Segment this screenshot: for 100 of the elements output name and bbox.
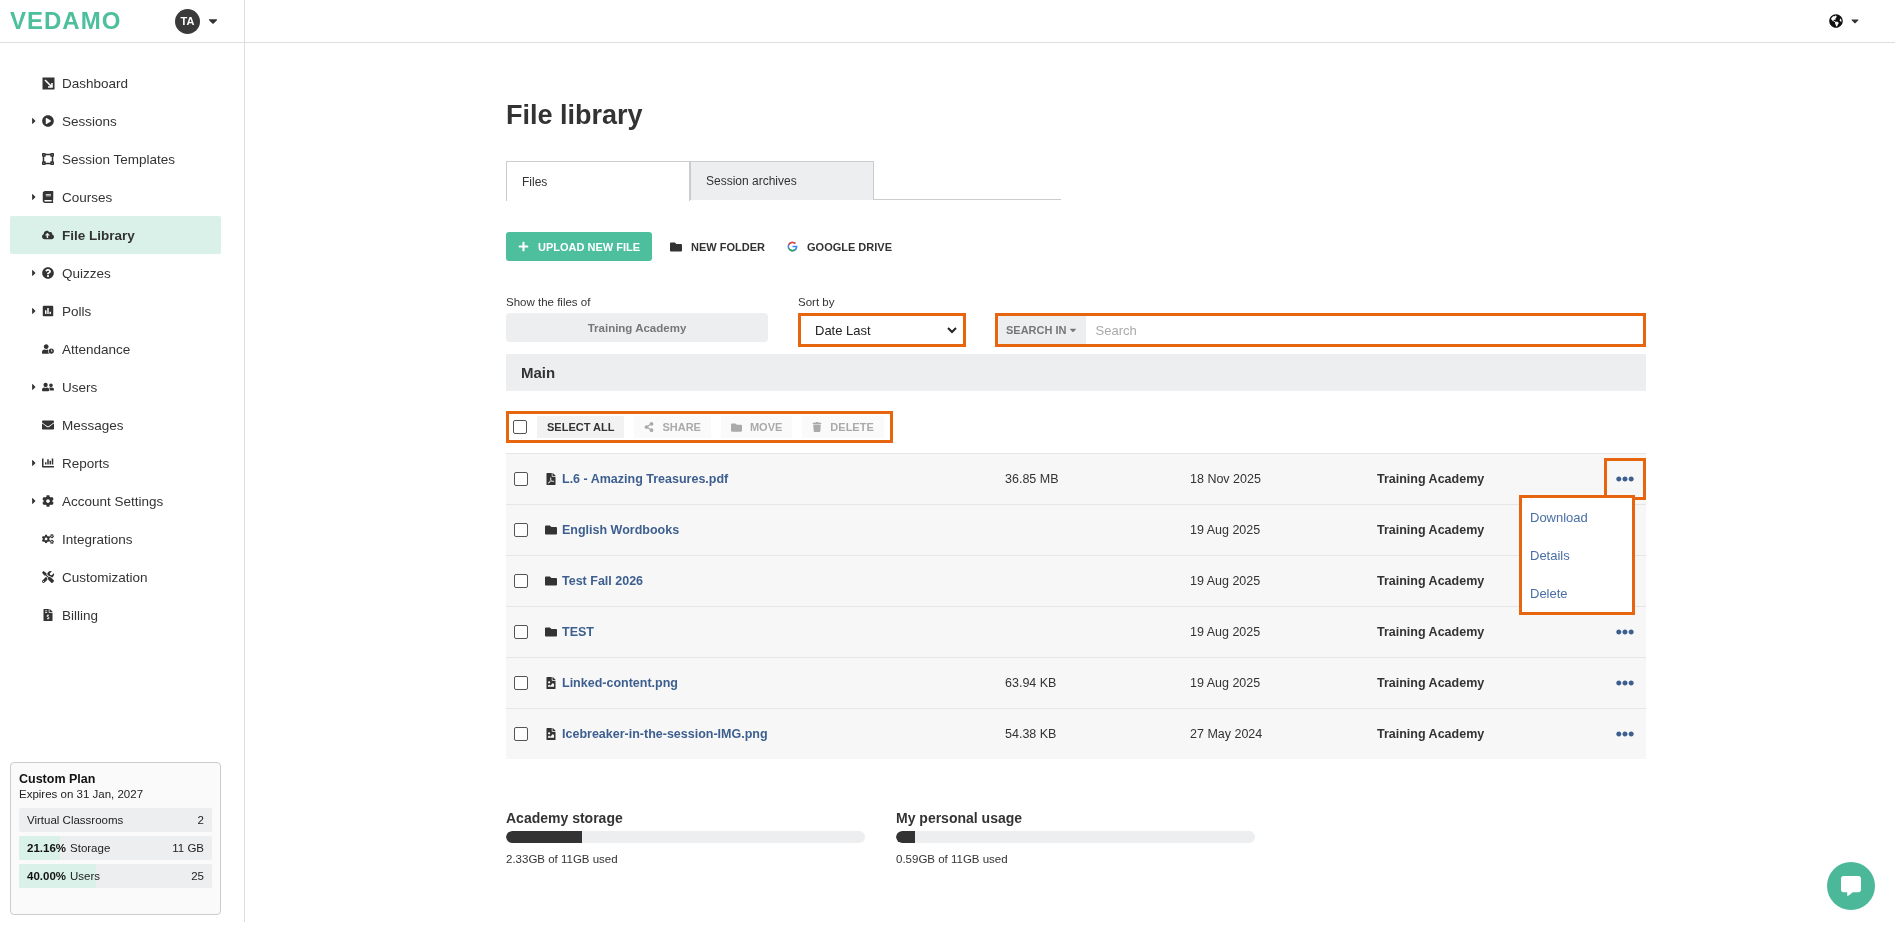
gear-icon: [42, 495, 54, 507]
file-date: 19 Aug 2025: [1190, 625, 1261, 639]
chevron-icon: [947, 326, 957, 334]
google-icon: [787, 241, 798, 252]
sidebar-label: Sessions: [62, 113, 117, 129]
file-name-link[interactable]: English Wordbooks: [545, 523, 680, 537]
envelope-icon: [42, 419, 54, 431]
storage-label: Academy storage: [506, 809, 623, 827]
sidebar-label: Dashboard: [62, 75, 129, 91]
sidebar-item[interactable]: Billing: [10, 596, 221, 634]
folder-icon: [545, 524, 557, 536]
sidebar-item[interactable]: Messages: [10, 406, 221, 444]
file-owner: Training Academy: [1377, 625, 1485, 639]
storage-caption: 0.59GB of 11GB used: [896, 853, 1008, 865]
owner-select[interactable]: Training Academy: [506, 313, 768, 342]
sidebar-item[interactable]: Quizzes: [10, 254, 221, 292]
user-clock-icon: [42, 343, 54, 355]
folder-icon: [730, 421, 742, 433]
sidebar-item[interactable]: Sessions: [10, 102, 221, 140]
dashboard-icon: [42, 76, 55, 90]
cloud-upload-icon: [42, 229, 54, 241]
sidebar-label: Customization: [62, 569, 148, 585]
checkbox[interactable]: [514, 625, 528, 639]
sidebar-item[interactable]: Attendance: [10, 330, 221, 368]
sidebar-label: Billing: [62, 607, 99, 623]
filter-label: Sort by: [798, 295, 835, 309]
file-date: 19 Aug 2025: [1190, 523, 1261, 537]
plan-expiry: Expires on 31 Jan, 2027: [19, 788, 145, 800]
plan-row-value: 2: [197, 814, 204, 826]
user-avatar[interactable]: TA: [175, 8, 200, 34]
plan-row-label: Storage: [70, 842, 111, 854]
sidebar-item[interactable]: Session Templates: [10, 140, 221, 178]
file-owner: Training Academy: [1377, 676, 1485, 690]
file-name-link[interactable]: L.6 - Amazing Treasures.pdf: [545, 472, 729, 486]
plan-row-label: Virtual Classrooms: [27, 814, 124, 826]
plan-row-label: Users: [70, 870, 101, 882]
file-owner: Training Academy: [1377, 523, 1485, 537]
sidebar-label: Attendance: [62, 341, 131, 357]
tools-icon: [42, 571, 54, 583]
chart-icon: [42, 457, 54, 469]
sidebar-item[interactable]: Polls: [10, 292, 221, 330]
users-icon: [42, 381, 54, 393]
chat-icon: [1841, 876, 1861, 896]
checkbox[interactable]: [513, 420, 527, 434]
question-icon: [42, 267, 54, 279]
sidebar-label: Courses: [62, 189, 113, 205]
checkbox[interactable]: [514, 727, 528, 741]
sidebar-label: Users: [62, 379, 98, 395]
sidebar-label: Quizzes: [62, 265, 111, 281]
filter-label: Show the files of: [506, 295, 591, 309]
file-row[interactable]: TEST 19 Aug 2025 Training Academy: [506, 606, 1646, 657]
file-date: 27 May 2024: [1190, 727, 1263, 741]
page-title: File library: [506, 99, 643, 132]
file-name-link[interactable]: Linked-content.png: [545, 676, 678, 690]
bar-chart-icon: [42, 305, 54, 317]
sidebar-item[interactable]: Users: [10, 368, 221, 406]
checkbox[interactable]: [514, 523, 528, 537]
invoice-icon: [42, 609, 54, 621]
file-size: 36.85 MB: [1005, 472, 1059, 486]
file-name-link[interactable]: TEST: [545, 625, 594, 639]
sort-select[interactable]: Date Last: [798, 313, 966, 347]
file-size: 63.94 KB: [1005, 676, 1057, 690]
file-row[interactable]: Icebreaker-in-the-session-IMG.png 54.38 KB 27 May 2024 Training Academy: [506, 708, 1646, 759]
tab[interactable]: Session archives: [690, 161, 874, 200]
sidebar-label: Messages: [62, 417, 124, 433]
new-folder-button[interactable]: NEW FOLDER: [666, 232, 769, 261]
search-field[interactable]: SEARCH IN Search: [995, 313, 1646, 347]
file-row[interactable]: L.6 - Amazing Treasures.pdf 36.85 MB 18 Nov 2025 Training Academy: [506, 453, 1646, 504]
sidebar-item[interactable]: Integrations: [10, 520, 221, 558]
checkbox[interactable]: [514, 574, 528, 588]
toolbar-button[interactable]: SELECT ALL: [537, 416, 625, 438]
file-date: 18 Nov 2025: [1190, 472, 1261, 486]
folder-icon: [670, 240, 683, 253]
sidebar-item[interactable]: Dashboard: [10, 64, 221, 102]
book-icon: [42, 191, 54, 203]
pdf-file-icon: [545, 473, 557, 485]
file-name-link[interactable]: Icebreaker-in-the-session-IMG.png: [545, 727, 768, 741]
gears-icon: [42, 533, 54, 545]
file-name-link[interactable]: Test Fall 2026: [545, 574, 644, 588]
usage-percent: 40.00%: [27, 870, 66, 882]
search-scope-button[interactable]: SEARCH IN: [998, 316, 1086, 344]
storage-caption: 2.33GB of 11GB used: [506, 853, 618, 865]
sidebar-label: Integrations: [62, 531, 133, 547]
sidebar-label: Polls: [62, 303, 92, 319]
checkbox[interactable]: [514, 676, 528, 690]
sidebar-item[interactable]: Account Settings: [10, 482, 221, 520]
file-row[interactable]: Linked-content.png 63.94 KB 19 Aug 2025 Training Academy: [506, 657, 1646, 708]
sidebar-item[interactable]: Reports: [10, 444, 221, 482]
plan-row-value: 25: [191, 870, 204, 882]
folder-icon: [545, 626, 557, 638]
file-date: 19 Aug 2025: [1190, 676, 1261, 690]
tab[interactable]: Files: [506, 161, 690, 201]
google-drive-button[interactable]: GOOGLE DRIVE: [783, 232, 896, 261]
sidebar-item[interactable]: Courses: [10, 178, 221, 216]
globe-icon[interactable]: [1829, 14, 1843, 28]
share-icon: [644, 422, 655, 432]
checkbox[interactable]: [514, 472, 528, 486]
sidebar-item[interactable]: Customization: [10, 558, 221, 596]
sidebar-item[interactable]: File Library: [10, 216, 221, 254]
play-icon: [42, 115, 54, 127]
